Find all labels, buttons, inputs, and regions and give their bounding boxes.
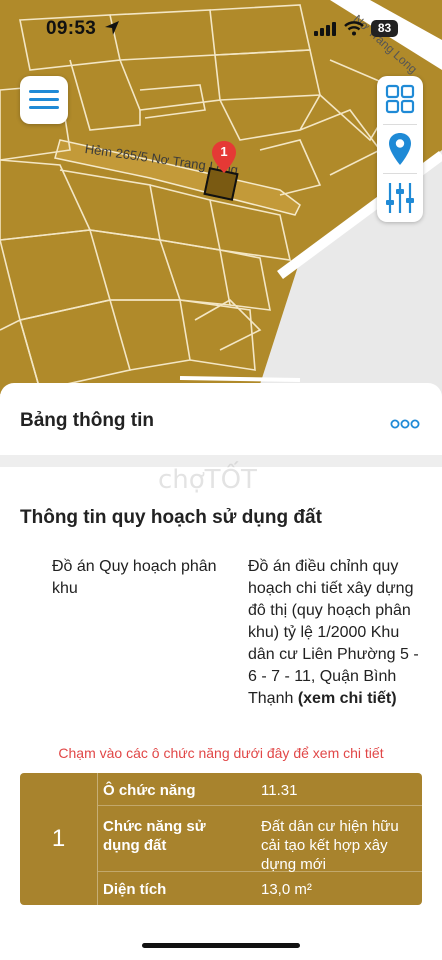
status-bar: 09:53 83: [0, 0, 442, 58]
row-value: 13,0 m²: [261, 881, 312, 898]
row-value: 11.31: [261, 782, 298, 799]
map-tool-stack: [377, 76, 423, 222]
pin-number: 1: [220, 144, 228, 159]
wifi-icon: [344, 21, 364, 36]
grid-layers-icon: [385, 84, 415, 114]
locate-button[interactable]: [377, 125, 423, 173]
watermark: chợTỐT: [158, 465, 257, 495]
plan-label: Đồ án Quy hoạch phân khu: [52, 558, 217, 597]
location-pin-icon: [389, 133, 411, 165]
map-pin[interactable]: 1: [211, 140, 237, 174]
planning-table[interactable]: 1 Ô chức năng 11.31 Chức năng sử dụng đấ…: [20, 773, 422, 905]
map-view[interactable]: Hẻm 265/5 Nơ Trang Long Nơ Trang Long 1 …: [0, 0, 442, 400]
menu-icon-bar: [29, 98, 59, 101]
battery-indicator: 83: [371, 20, 398, 37]
status-time: 09:53: [46, 18, 97, 39]
row-value: Đất dân cư hiện hữu cải tạo kết hợp xây …: [261, 818, 399, 873]
plan-value: Đồ án điều chỉnh quy hoạch chi tiết xây …: [248, 556, 428, 710]
filter-button[interactable]: [377, 174, 423, 222]
table-row[interactable]: Chức năng sử dụng đất Đất dân cư hiện hữ…: [98, 805, 422, 873]
cellular-signal-icon: [314, 22, 336, 36]
parcel-map: [0, 0, 442, 400]
row-key: Ô chức năng: [103, 782, 196, 799]
menu-button[interactable]: [20, 76, 68, 124]
plan-value-text: Đồ án điều chỉnh quy hoạch chi tiết xây …: [248, 558, 419, 707]
info-sheet: Bảng thông tin chợTỐT Thông tin quy hoạc…: [0, 383, 442, 960]
table-row[interactable]: Ô chức năng 11.31: [98, 773, 422, 805]
table-index: 1: [20, 773, 98, 905]
home-indicator[interactable]: [142, 943, 300, 948]
row-key: Diện tích: [103, 881, 167, 898]
menu-icon-bar: [29, 106, 59, 109]
hint-text: Chạm vào các ô chức năng dưới đây để xem…: [58, 745, 384, 761]
more-options-icon[interactable]: [390, 419, 420, 429]
location-arrow-icon: [105, 21, 119, 35]
table-row[interactable]: Diện tích 13,0 m²: [98, 871, 422, 905]
view-details-link[interactable]: (xem chi tiết): [298, 690, 397, 707]
sliders-icon: [386, 183, 414, 213]
sheet-title: Bảng thông tin: [20, 410, 155, 431]
layers-button[interactable]: [377, 76, 423, 124]
row-key: Chức năng sử dụng đất: [103, 818, 206, 854]
menu-icon: [29, 90, 59, 93]
section-title: Thông tin quy hoạch sử dụng đất: [20, 507, 322, 528]
